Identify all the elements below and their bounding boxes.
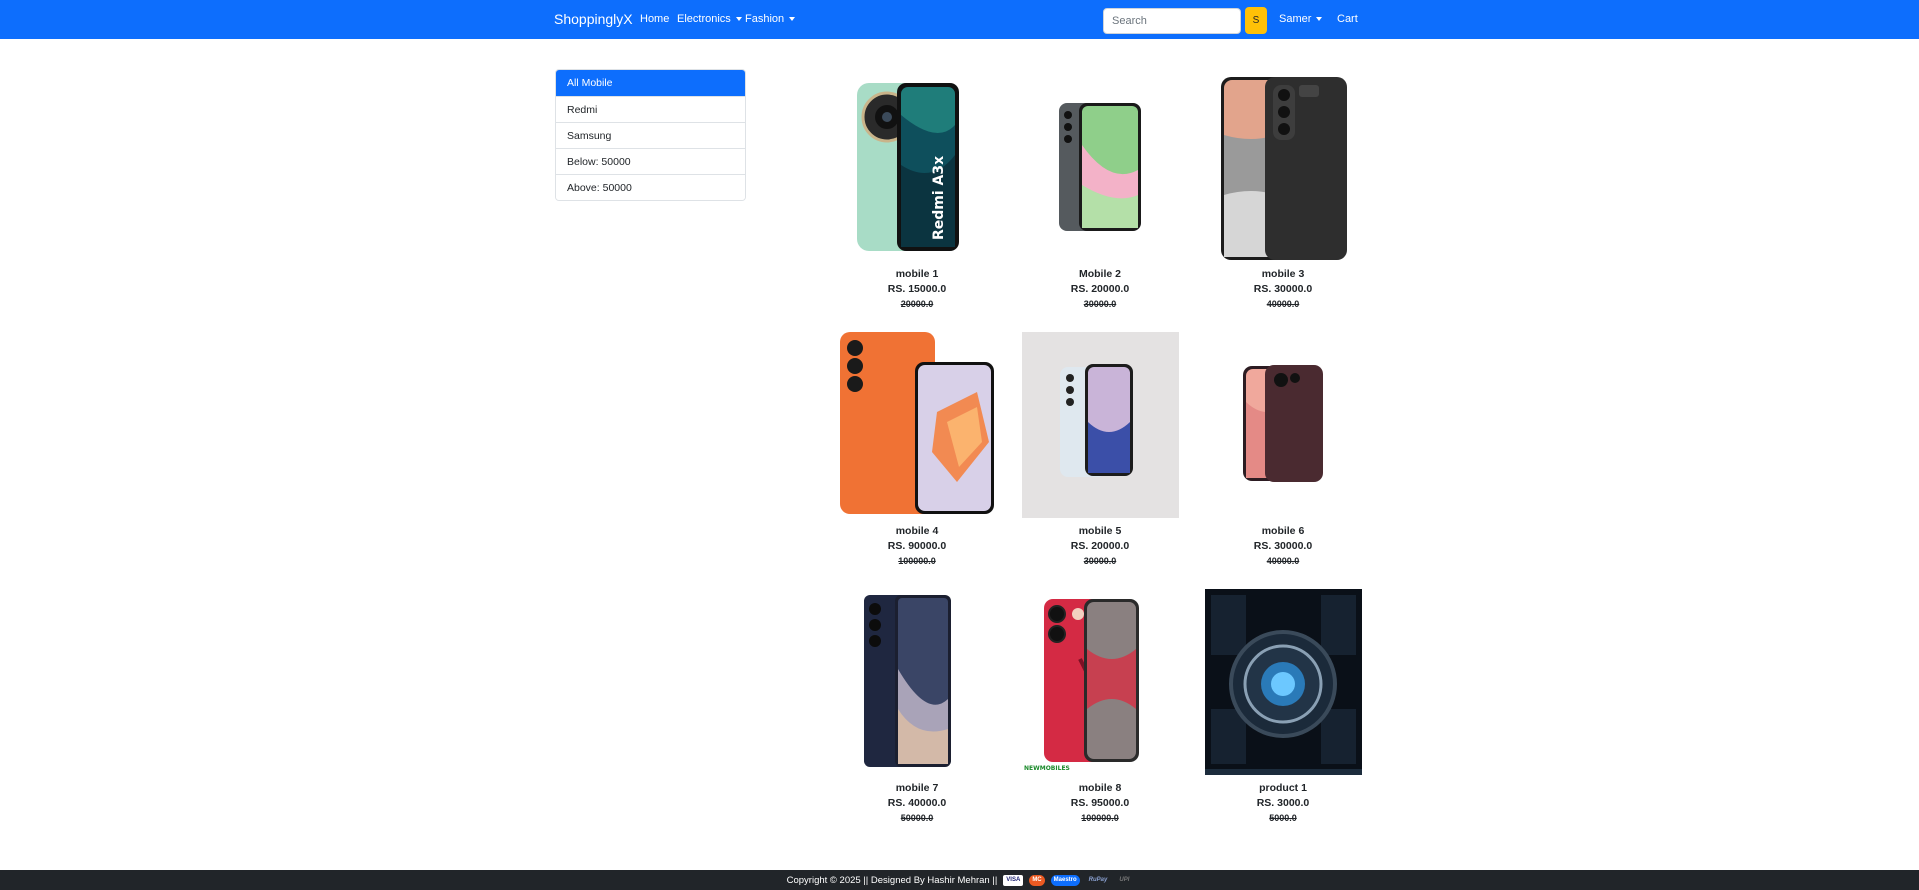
cart-label: Cart — [1337, 13, 1358, 25]
product-price: RS. 90000.0 — [887, 540, 947, 552]
product-name[interactable]: mobile 3 — [1203, 268, 1363, 280]
product-price: RS. 40000.0 — [887, 797, 947, 809]
upi-icon: UPI — [1119, 876, 1130, 883]
footer-copyright: Copyright © 2025 || Designed By Hashir M… — [786, 874, 998, 886]
product-name[interactable]: mobile 8 — [1020, 782, 1180, 794]
chevron-down-icon — [735, 17, 742, 21]
product-old-price: 50000.0 — [900, 813, 934, 823]
product-price: RS. 30000.0 — [1253, 540, 1313, 552]
search-button[interactable]: S — [1245, 7, 1267, 34]
product-image[interactable] — [1203, 332, 1363, 522]
product-old-price: 20000.0 — [900, 299, 934, 309]
search-input[interactable] — [1103, 8, 1241, 34]
brand-logo[interactable]: ShoppinglyX — [554, 11, 633, 27]
product-old-price: 30000.0 — [1083, 299, 1117, 309]
product-price: RS. 15000.0 — [887, 283, 947, 295]
chevron-down-icon — [789, 17, 796, 21]
product-price: RS. 20000.0 — [1070, 540, 1130, 552]
site-footer: Copyright © 2025 || Designed By Hashir M… — [0, 870, 1919, 890]
filter-item-all-mobile[interactable]: All Mobile — [556, 70, 745, 96]
product-image[interactable]: Redmi A3x — [837, 75, 997, 265]
redmi-label-text: Redmi A3x — [931, 156, 947, 240]
product-image[interactable] — [1203, 589, 1363, 779]
user-name-label: Samer — [1279, 13, 1312, 25]
nav-fashion-dropdown[interactable]: Fashion — [745, 13, 796, 25]
nav-electronics-dropdown[interactable]: Electronics — [677, 13, 742, 25]
product-old-price: 30000.0 — [1083, 556, 1117, 566]
product-name[interactable]: mobile 7 — [837, 782, 997, 794]
chevron-down-icon — [1316, 17, 1323, 21]
newmobiles-watermark: NEWMOBILES — [1024, 765, 1070, 772]
product-price: RS. 95000.0 — [1070, 797, 1130, 809]
product-name[interactable]: mobile 1 — [837, 268, 997, 280]
filter-item-samsung[interactable]: Samsung — [556, 122, 745, 148]
product-image[interactable] — [1020, 332, 1180, 522]
product-image[interactable] — [1020, 75, 1180, 265]
top-navbar: ShoppinglyX Home Electronics Fashion S S… — [0, 0, 1919, 39]
maestro-icon: Maestro — [1050, 874, 1080, 886]
filter-item-below-50000[interactable]: Below: 50000 — [556, 148, 745, 174]
nav-electronics-label: Electronics — [677, 13, 731, 25]
filter-item-redmi[interactable]: Redmi — [556, 96, 745, 122]
product-old-price: 40000.0 — [1266, 556, 1300, 566]
category-filter-list: All Mobile Redmi Samsung Below: 50000 Ab… — [555, 69, 746, 201]
mastercard-icon: MC — [1029, 874, 1045, 886]
product-price: RS. 3000.0 — [1256, 797, 1310, 809]
product-name[interactable]: Mobile 2 — [1020, 268, 1180, 280]
product-name[interactable]: mobile 6 — [1203, 525, 1363, 537]
nav-home-label: Home — [640, 13, 670, 25]
nav-fashion-label: Fashion — [745, 13, 785, 25]
nav-home-link[interactable]: Home — [640, 13, 669, 25]
product-name[interactable]: mobile 4 — [837, 525, 997, 537]
product-name[interactable]: mobile 5 — [1020, 525, 1180, 537]
rupay-icon: RuPay — [1088, 876, 1108, 883]
product-price: RS. 30000.0 — [1253, 283, 1313, 295]
visa-icon: VISA — [1003, 874, 1024, 886]
product-old-price: 100000.0 — [898, 556, 936, 566]
cart-link[interactable]: Cart — [1337, 13, 1358, 25]
product-image[interactable] — [1203, 75, 1363, 265]
product-price: RS. 20000.0 — [1070, 283, 1130, 295]
product-image[interactable]: NEWMOBILES — [1020, 589, 1180, 779]
product-image[interactable] — [837, 589, 997, 779]
filter-item-above-50000[interactable]: Above: 50000 — [556, 174, 745, 200]
product-old-price: 5000.0 — [1269, 813, 1297, 823]
user-menu-dropdown[interactable]: Samer — [1279, 13, 1323, 25]
product-old-price: 40000.0 — [1266, 299, 1300, 309]
product-name[interactable]: product 1 — [1203, 782, 1363, 794]
product-old-price: 100000.0 — [1081, 813, 1119, 823]
product-image[interactable] — [837, 332, 997, 522]
